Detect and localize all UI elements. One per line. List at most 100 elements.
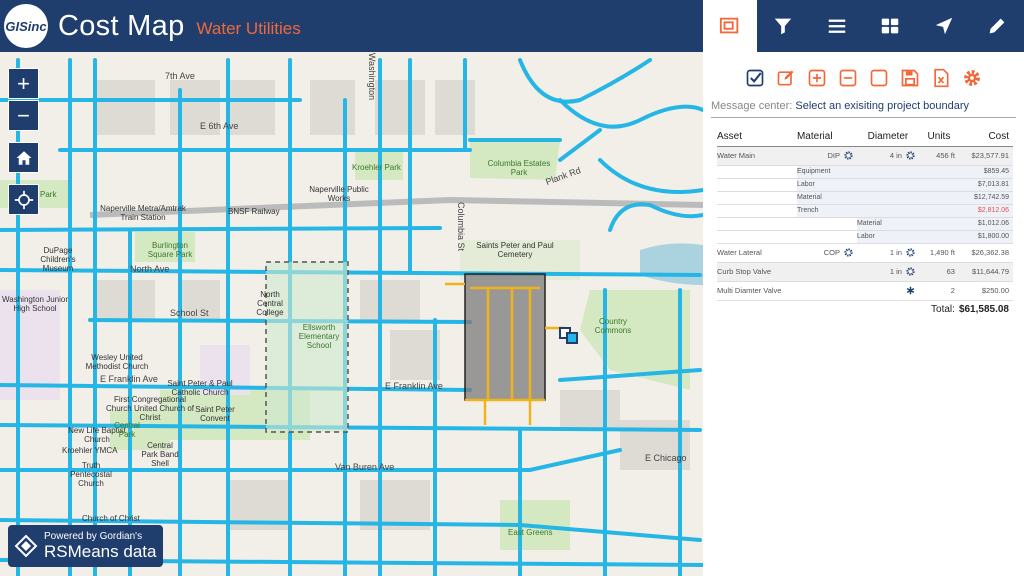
attribution-line1: Powered by Gordian's bbox=[44, 530, 143, 542]
cost-cell: $23,577.91 bbox=[958, 146, 1013, 166]
map-label: Truth Pentecostal Church bbox=[70, 461, 112, 488]
clear-tool-button[interactable] bbox=[869, 67, 890, 88]
add-tool-button[interactable] bbox=[807, 67, 828, 88]
diameter-cell[interactable]: 1 in bbox=[856, 262, 919, 282]
edit-icon bbox=[777, 70, 794, 85]
material-cell[interactable]: DIP bbox=[796, 146, 857, 166]
material-cell[interactable]: COP bbox=[796, 243, 857, 263]
col-material: Material bbox=[796, 128, 857, 147]
settings-icon[interactable] bbox=[844, 151, 853, 160]
save-icon bbox=[901, 69, 919, 86]
settings-icon[interactable] bbox=[906, 248, 915, 257]
map-label: Naperville Metra/Amtrak Train Station bbox=[100, 204, 186, 222]
map-view[interactable]: 7th Ave E 6th Ave Kroehler Park Columbia… bbox=[0, 52, 703, 576]
asterisk-icon[interactable] bbox=[906, 286, 915, 295]
table-row[interactable]: Water Main DIP 4 in 456 ft $23,577.91 bbox=[717, 146, 1013, 166]
message-center: Message center: Select an exisiting proj… bbox=[711, 100, 1024, 112]
settings-icon[interactable] bbox=[906, 267, 915, 276]
col-asset: Asset bbox=[717, 128, 797, 147]
map-label: Naperville Public Works bbox=[309, 185, 369, 203]
breakdown-row-trench[interactable]: Trench $2,812.06 bbox=[717, 204, 1013, 218]
tab-filter[interactable] bbox=[757, 0, 811, 52]
map-label: Central Park bbox=[114, 421, 140, 439]
table-row[interactable]: Curb Stop Valve 1 in 63 $11,644.79 bbox=[717, 262, 1013, 282]
map-label: Kroehler Park bbox=[352, 163, 401, 172]
rsmeans-attribution: Powered by Gordian's RSMeans data bbox=[8, 525, 163, 567]
locate-button[interactable] bbox=[8, 184, 39, 215]
diameter-cell[interactable]: 1 in bbox=[856, 243, 919, 263]
list-icon bbox=[828, 19, 845, 33]
map-label: First Congregational Church United Churc… bbox=[105, 395, 195, 422]
map-label: Kroehler YMCA bbox=[62, 446, 118, 455]
remove-icon bbox=[839, 69, 857, 86]
tab-navigate[interactable] bbox=[917, 0, 971, 52]
export-excel-button[interactable] bbox=[931, 67, 952, 88]
home-icon bbox=[16, 150, 31, 165]
app-title: Cost Map bbox=[58, 9, 185, 42]
select-tool-button[interactable] bbox=[745, 67, 766, 88]
map-label: Country Commons bbox=[594, 317, 632, 335]
zoom-in-icon: + bbox=[17, 70, 30, 96]
message-label: Message center: bbox=[711, 100, 793, 112]
locate-icon bbox=[14, 190, 33, 209]
map-label: North Ave bbox=[130, 264, 170, 274]
trench-breakdown-row: Labor $1,800.00 bbox=[717, 230, 1013, 244]
zoom-in-button[interactable]: + bbox=[8, 68, 39, 99]
diameter-cell[interactable] bbox=[856, 281, 919, 301]
attribution-line2: RSMeans data bbox=[44, 541, 157, 561]
map-label: Central Park Band Shell bbox=[141, 441, 179, 468]
map-canvas[interactable] bbox=[0, 52, 703, 576]
map-label: Park bbox=[40, 190, 57, 199]
tab-grid[interactable] bbox=[864, 0, 918, 52]
map-label: Ellsworth Elementary School bbox=[298, 323, 340, 350]
units-cell: 1,490 ft bbox=[918, 243, 959, 263]
units-cell: 63 bbox=[918, 262, 959, 282]
project-boundary-icon bbox=[719, 17, 738, 34]
square-icon bbox=[870, 69, 888, 86]
cost-cell: $250.00 bbox=[958, 281, 1013, 301]
home-button[interactable] bbox=[8, 142, 39, 173]
map-label: School St bbox=[170, 308, 209, 318]
total-row: Total: $61,585.08 bbox=[717, 300, 1013, 319]
cost-panel: Message center: Select an exisiting proj… bbox=[703, 52, 1024, 576]
remove-tool-button[interactable] bbox=[838, 67, 859, 88]
cost-table: Asset Material Diameter Units Cost Water… bbox=[717, 128, 1013, 319]
units-cell: 2 bbox=[918, 281, 959, 301]
zoom-out-button[interactable]: − bbox=[8, 100, 39, 131]
map-label: Wesley United Methodist Church bbox=[85, 353, 149, 371]
map-label: North Central College bbox=[256, 290, 284, 317]
map-label: Washington bbox=[367, 52, 378, 101]
divider bbox=[711, 117, 1016, 118]
edit-icon bbox=[989, 18, 1005, 34]
table-row[interactable]: Water Lateral COP 1 in 1,490 ft $26,362.… bbox=[717, 243, 1013, 263]
save-tool-button[interactable] bbox=[900, 67, 921, 88]
map-label: E 6th Ave bbox=[200, 121, 239, 131]
settings-icon[interactable] bbox=[906, 151, 915, 160]
map-label: Columbia St bbox=[456, 201, 467, 252]
map-label: Saint Peter Convent bbox=[195, 405, 235, 423]
asset-cell: Water Lateral bbox=[717, 243, 797, 263]
diameter-cell[interactable]: 4 in bbox=[856, 146, 919, 166]
total-label: Total: bbox=[931, 304, 955, 316]
breakdown-row: Labor $7,013.81 bbox=[717, 178, 1013, 192]
map-label: East Greens bbox=[508, 528, 553, 537]
tab-project-boundary[interactable] bbox=[703, 0, 757, 52]
table-row[interactable]: Multi Diamter Valve 2 $250.00 bbox=[717, 281, 1013, 301]
add-icon bbox=[808, 69, 826, 86]
tab-edit[interactable] bbox=[971, 0, 1024, 52]
tab-bar bbox=[703, 0, 1024, 52]
col-diameter: Diameter bbox=[856, 128, 919, 147]
edit-tool-button[interactable] bbox=[776, 67, 797, 88]
map-label: E Chicago bbox=[645, 453, 687, 463]
settings-icon[interactable] bbox=[844, 248, 853, 257]
panel-toolbar bbox=[703, 67, 1024, 89]
navigate-icon bbox=[935, 17, 952, 35]
map-label: DuPage Children's Museum bbox=[40, 246, 76, 273]
tab-list[interactable] bbox=[810, 0, 864, 52]
breakdown-row: Equipment $859.45 bbox=[717, 165, 1013, 179]
filter-icon bbox=[775, 18, 792, 35]
app-header: GISinc Cost Map Water Utilities bbox=[0, 0, 703, 52]
breakdown-row: Material $12,742.59 bbox=[717, 191, 1013, 205]
settings-button[interactable] bbox=[962, 67, 983, 88]
col-cost: Cost bbox=[958, 128, 1013, 147]
